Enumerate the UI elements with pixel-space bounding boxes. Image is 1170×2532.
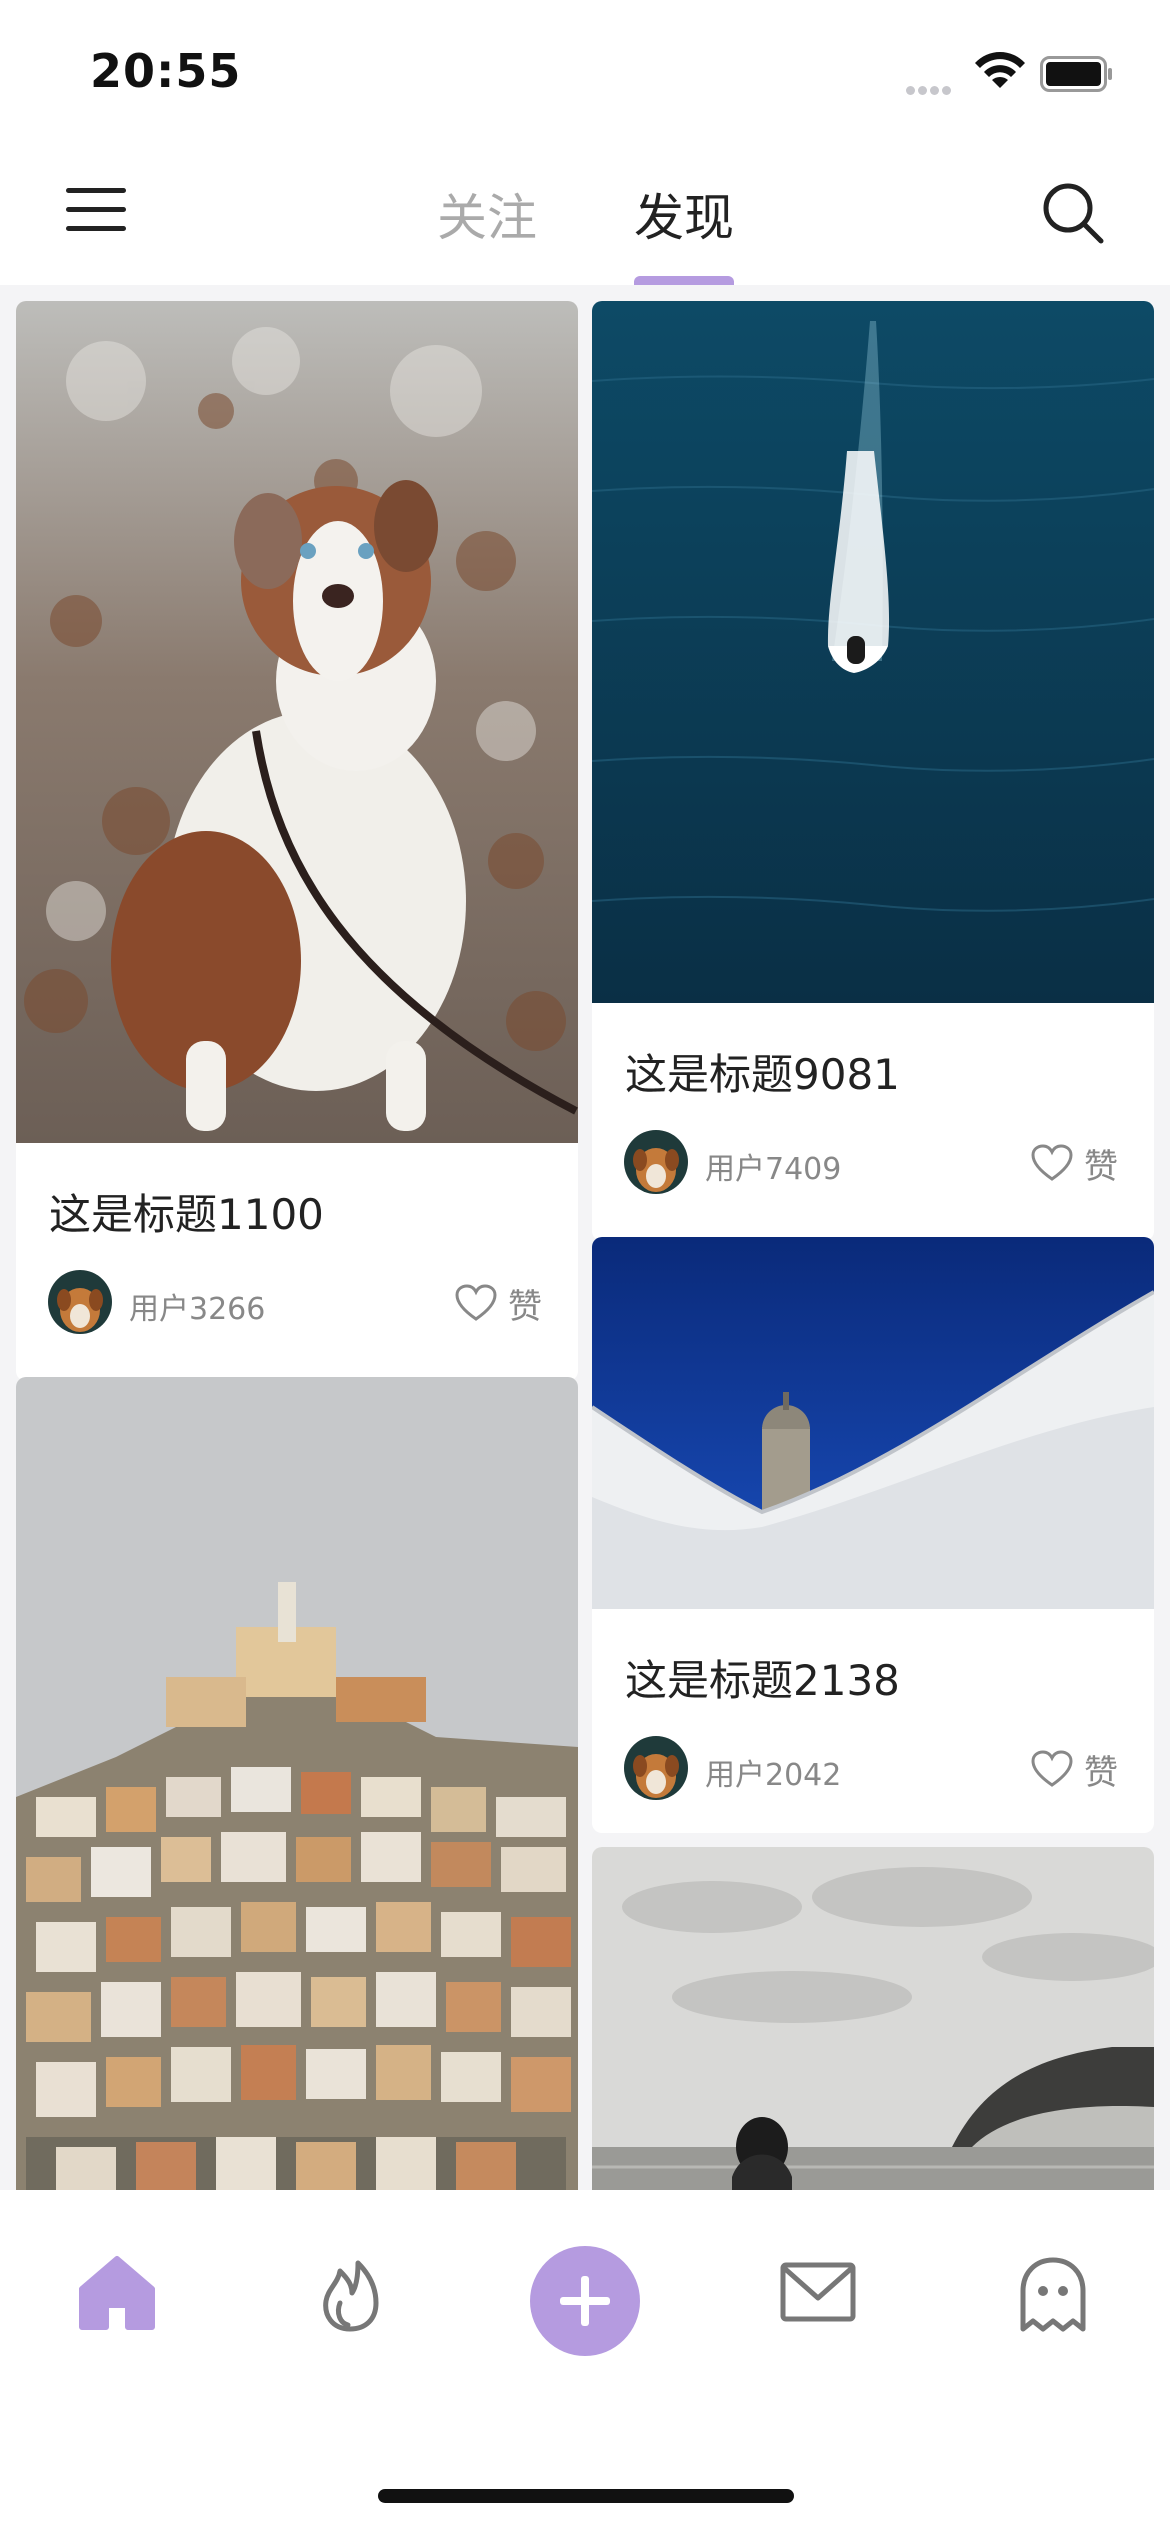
status-time: 20:55 [90, 44, 242, 98]
signal-icon [906, 80, 954, 99]
card-image[interactable] [592, 301, 1154, 1003]
avatar[interactable] [48, 1270, 112, 1334]
feed-card[interactable]: 这是标题9081 用户7409 赞 [592, 301, 1154, 1241]
heart-icon[interactable] [1030, 1143, 1074, 1183]
battery-icon [1040, 56, 1112, 92]
flame-icon[interactable] [318, 2255, 382, 2333]
wifi-icon [975, 52, 1025, 88]
tab-discover[interactable]: 发现 [634, 178, 734, 250]
mail-icon[interactable] [780, 2262, 856, 2322]
like-label[interactable]: 赞 [508, 1279, 542, 1328]
heart-icon[interactable] [454, 1283, 498, 1323]
card-image[interactable] [16, 1377, 578, 2190]
feed-card[interactable] [16, 1377, 578, 2190]
card-username[interactable]: 用户7409 [705, 1144, 841, 1188]
tab-follow[interactable]: 关注 [437, 178, 537, 250]
like-label[interactable]: 赞 [1084, 1745, 1118, 1794]
home-indicator [378, 2489, 794, 2503]
card-title[interactable]: 这是标题1100 [49, 1181, 324, 1242]
card-username[interactable]: 用户3266 [129, 1284, 265, 1328]
home-icon[interactable] [78, 2255, 156, 2331]
feed[interactable]: 这是标题1100 用户3266 赞 这是标题9081 用户7409 赞 这是标题… [0, 285, 1170, 2190]
search-icon[interactable] [1040, 180, 1106, 246]
avatar[interactable] [624, 1736, 688, 1800]
active-tab-indicator [634, 276, 734, 285]
feed-card[interactable]: 这是标题1100 用户3266 赞 [16, 301, 578, 1381]
app-screen: 20:55 关注 发现 这是标题1100 用户3266 赞 这是标题9081 用… [0, 0, 1170, 2532]
nav-header: 关注 发现 [0, 150, 1170, 285]
avatar[interactable] [624, 1130, 688, 1194]
card-image[interactable] [592, 1237, 1154, 1609]
card-title[interactable]: 这是标题2138 [625, 1647, 900, 1708]
menu-icon[interactable] [66, 188, 126, 238]
card-username[interactable]: 用户2042 [705, 1750, 841, 1794]
ghost-icon[interactable] [1017, 2255, 1089, 2333]
card-image[interactable] [16, 301, 578, 1143]
card-title[interactable]: 这是标题9081 [625, 1041, 900, 1102]
heart-icon[interactable] [1030, 1749, 1074, 1789]
status-bar: 20:55 [0, 0, 1170, 150]
card-image[interactable] [592, 1847, 1154, 2190]
like-label[interactable]: 赞 [1084, 1139, 1118, 1188]
feed-card[interactable] [592, 1847, 1154, 2190]
tab-bar [0, 2190, 1170, 2532]
feed-card[interactable]: 这是标题2138 用户2042 赞 [592, 1237, 1154, 1833]
add-post-button[interactable] [530, 2246, 640, 2356]
